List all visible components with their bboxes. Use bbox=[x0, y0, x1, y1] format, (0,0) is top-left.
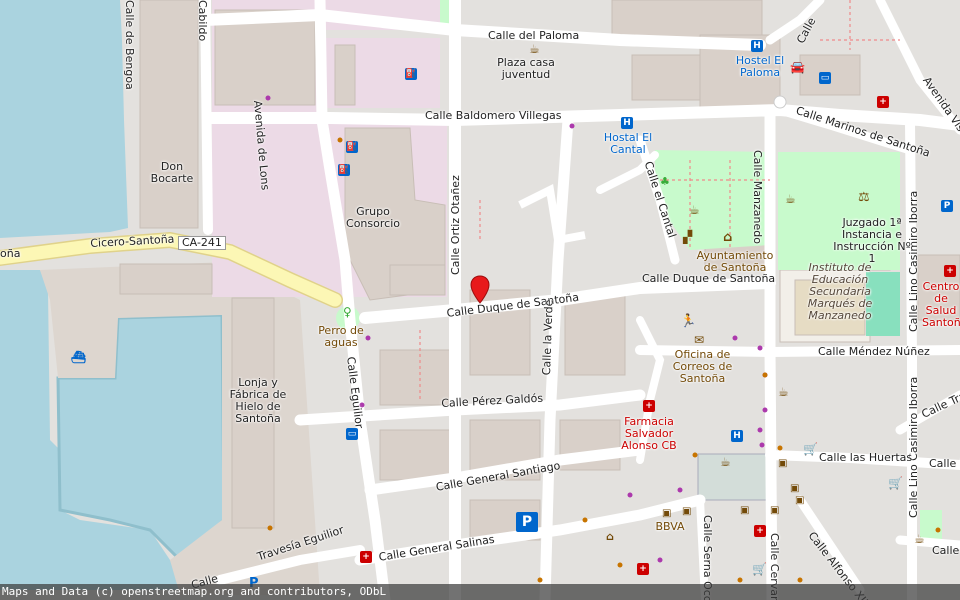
street-label: Calle M bbox=[929, 457, 960, 470]
bank-icon: ▣ bbox=[795, 495, 805, 506]
poi-label: Hostal El Cantal bbox=[603, 131, 653, 156]
fuel-station-icon: ⛽ bbox=[405, 68, 417, 80]
street-label: Calle Manzanedo bbox=[751, 150, 764, 244]
street-label: Calle Lino Casimiro Iborra bbox=[907, 376, 920, 518]
bank-icon: ▣ bbox=[740, 505, 750, 516]
poi-label: Plaza casa juventud bbox=[497, 56, 555, 81]
hotel-icon: H bbox=[621, 117, 633, 129]
cafe-icon: ☕ bbox=[778, 385, 789, 399]
cafe-icon: ☕ bbox=[785, 192, 796, 206]
building bbox=[139, 0, 199, 229]
street-label: Calle Ma bbox=[932, 544, 960, 557]
street-label: Calle Baldomero Villegas bbox=[425, 109, 562, 122]
cafe-icon: ☕ bbox=[720, 455, 731, 469]
poi-label: BBVA bbox=[655, 520, 685, 533]
poi-label: Farmacia Salvador Alonso CB bbox=[621, 415, 677, 452]
cafe-icon: ☕ bbox=[914, 532, 925, 546]
street-label: Calle Ortiz Otañez bbox=[449, 175, 462, 275]
poi-label: Perro de aguas bbox=[318, 324, 364, 349]
poi-label: Oficina de Correos de Santoña bbox=[672, 348, 733, 385]
townhall-icon: ⌂ bbox=[723, 230, 733, 245]
hotel-icon: H bbox=[731, 430, 743, 442]
bus-stop-icon: ▭ bbox=[346, 428, 358, 440]
shopping-cart-icon: 🛒 bbox=[752, 562, 767, 576]
street-label: Calle del Paloma bbox=[488, 29, 580, 42]
poi-label: Don Bocarte bbox=[150, 160, 194, 185]
fitness-icon: 🏃 bbox=[680, 314, 697, 329]
building bbox=[119, 263, 213, 295]
building bbox=[379, 349, 451, 406]
street-label: Cabildo bbox=[196, 0, 209, 42]
post-office-icon: ✉ bbox=[694, 333, 705, 347]
street-label: Calle las Huertas bbox=[819, 451, 913, 464]
pharmacy-icon: + bbox=[637, 563, 649, 575]
bank-icon: ▣ bbox=[682, 506, 692, 517]
playground-icon: ♀ bbox=[343, 305, 352, 319]
shopping-cart-icon: 🛒 bbox=[803, 442, 818, 456]
plaza bbox=[697, 453, 771, 501]
shopping-cart-icon: 🛒 bbox=[888, 476, 903, 490]
courthouse-icon: ⚖ bbox=[858, 190, 870, 205]
building bbox=[389, 264, 446, 296]
pharmacy-icon: + bbox=[643, 400, 655, 412]
pharmacy-icon: + bbox=[944, 265, 956, 277]
map-canvas[interactable]: ⛽ ⛽ ⛽ ☕ H H ▭ 🚘 + ♣ ☕ ▞ ⌂ ☕ ⚖ P + 🏃 ✉ + … bbox=[0, 0, 960, 600]
street-label: Calle Méndez Núñez bbox=[818, 345, 930, 358]
building bbox=[379, 429, 451, 481]
street-label: Calle de Bengoa bbox=[123, 0, 136, 90]
map-marker-icon[interactable] bbox=[470, 275, 490, 305]
building bbox=[334, 44, 356, 106]
bank-icon: ▣ bbox=[778, 458, 788, 469]
street-label: Calle Duque de Santoña bbox=[642, 272, 776, 285]
attribution-bar[interactable]: Maps and Data (c) openstreetmap.org and … bbox=[0, 584, 960, 600]
ferry-icon: ⛴ bbox=[71, 350, 87, 364]
pharmacy-icon: + bbox=[754, 525, 766, 537]
poi-label: Hostel El Paloma bbox=[735, 54, 785, 79]
pharmacy-icon: + bbox=[360, 551, 372, 563]
parking-icon: P bbox=[516, 512, 538, 532]
poi-label: Grupo Consorcio bbox=[346, 205, 400, 230]
poi-label: Ayuntamiento de Santoña bbox=[696, 249, 774, 274]
building bbox=[611, 0, 763, 39]
pharmacy-icon: + bbox=[877, 96, 889, 108]
bus-stop-icon: ▭ bbox=[819, 72, 831, 84]
building bbox=[564, 294, 626, 376]
bus-stop-icon: 🚘 bbox=[790, 60, 805, 74]
parking-icon: P bbox=[941, 200, 953, 212]
fuel-station-icon: ⛽ bbox=[338, 164, 350, 176]
poi-label: Centro de Salud Santoña bbox=[922, 281, 960, 329]
cafe-icon: ☕ bbox=[529, 42, 540, 56]
roundabout bbox=[773, 95, 787, 109]
bank-icon: ⌂ bbox=[606, 530, 614, 543]
fuel-station-icon: ⛽ bbox=[346, 141, 358, 153]
bank-icon: ▣ bbox=[790, 483, 800, 494]
building bbox=[631, 54, 703, 101]
road-ref-shield: CA-241 bbox=[178, 236, 226, 250]
bank-icon: ▣ bbox=[662, 508, 672, 519]
townhall-icon: ▞ bbox=[683, 230, 693, 244]
street-label: oña bbox=[0, 247, 21, 260]
poi-label: Lonja y Fábrica de Hielo de Santoña bbox=[229, 376, 287, 425]
hotel-icon: H bbox=[751, 40, 763, 52]
poi-label: Juzgado 1ª Instancia e Instrucción Nº 1 bbox=[833, 216, 911, 265]
poi-label: Instituto de Educación Secundaria Marqué… bbox=[807, 261, 873, 322]
bank-icon: ▣ bbox=[770, 505, 780, 516]
cafe-icon: ☕ bbox=[689, 203, 700, 217]
sea-area bbox=[0, 0, 128, 238]
